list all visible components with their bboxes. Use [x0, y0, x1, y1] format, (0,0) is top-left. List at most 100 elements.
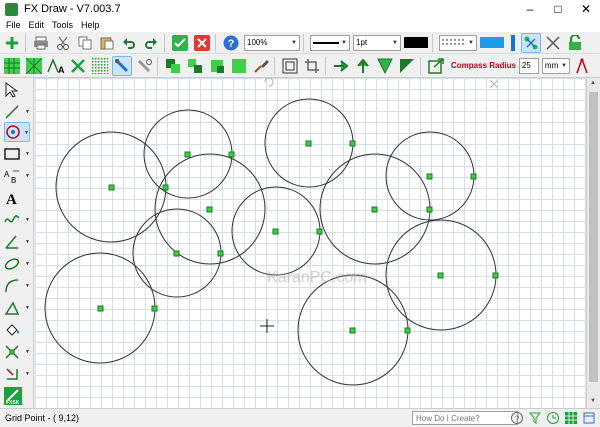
maximize-button[interactable]: □	[544, 0, 572, 18]
compass-radius-input[interactable]: 25	[518, 57, 539, 74]
intersect-tool[interactable]: ▼	[4, 342, 30, 362]
rotate-icon[interactable]	[264, 78, 274, 87]
center-point[interactable]	[426, 206, 433, 213]
ok-icon[interactable]	[170, 33, 190, 53]
cross-icon[interactable]	[68, 56, 88, 76]
compass-tool[interactable]: ▼	[4, 122, 30, 142]
center-point[interactable]	[349, 327, 356, 334]
print-icon[interactable]	[31, 33, 51, 53]
compass-icon[interactable]	[572, 56, 592, 76]
select-tool[interactable]	[4, 80, 30, 100]
clock-icon[interactable]	[546, 411, 560, 425]
center-point[interactable]	[349, 140, 356, 147]
rectangle-tool[interactable]: ▼	[4, 144, 30, 164]
paste-icon[interactable]	[97, 33, 117, 53]
compass-unit-select[interactable]: mm ▼	[541, 57, 570, 74]
center-point[interactable]	[437, 272, 444, 279]
center-point[interactable]	[305, 140, 312, 147]
line-style-select[interactable]: ▼	[310, 34, 350, 51]
menu-edit[interactable]: Edit	[27, 20, 51, 30]
toolbar-divider	[25, 33, 26, 52]
lock-icon[interactable]	[565, 33, 585, 53]
center-point[interactable]	[217, 250, 224, 257]
line-color-swatch[interactable]	[403, 33, 429, 53]
center-point[interactable]	[173, 250, 180, 257]
fill-pattern-select[interactable]: ▼	[439, 34, 477, 51]
help-search-input[interactable]	[412, 411, 518, 425]
menu-tools[interactable]: Tools	[50, 20, 79, 30]
ellipse-tool[interactable]: ▼	[4, 254, 30, 274]
grid-icon[interactable]	[2, 56, 22, 76]
transform-tool[interactable]: ▼	[4, 364, 30, 384]
cut-icon[interactable]	[53, 33, 73, 53]
center-point[interactable]	[272, 228, 279, 235]
link-icon[interactable]	[134, 56, 154, 76]
grid-toggle-icon[interactable]	[564, 411, 578, 425]
center-point[interactable]	[108, 184, 115, 191]
toolbar-divider	[420, 56, 421, 75]
send-back-icon[interactable]	[229, 56, 249, 76]
center-point[interactable]	[151, 305, 158, 312]
center-point[interactable]	[492, 272, 499, 279]
copy-icon[interactable]	[75, 33, 95, 53]
center-point[interactable]	[97, 305, 104, 312]
arrow-right-icon[interactable]	[331, 56, 351, 76]
bring-front-icon[interactable]	[207, 56, 227, 76]
drawing-canvas[interactable]: KaranPC.com	[35, 78, 586, 408]
close-button[interactable]: ✕	[572, 0, 600, 18]
center-point[interactable]	[184, 151, 191, 158]
center-point[interactable]	[162, 184, 169, 191]
question-icon[interactable]: ?	[510, 411, 524, 425]
vertical-scrollbar[interactable]: ▲ ▼	[586, 78, 600, 408]
ungroup-icon[interactable]	[185, 56, 205, 76]
center-point[interactable]	[316, 228, 323, 235]
brush-icon[interactable]	[251, 56, 271, 76]
add-icon[interactable]	[2, 33, 22, 53]
group-icon[interactable]	[163, 56, 183, 76]
export-icon[interactable]	[426, 56, 446, 76]
arrow-up-icon[interactable]	[353, 56, 373, 76]
scroll-up-icon[interactable]: ▲	[590, 80, 596, 86]
filter-icon[interactable]	[528, 411, 542, 425]
triangle-tool[interactable]: ▼	[4, 298, 30, 318]
snap-link-icon[interactable]	[521, 32, 541, 53]
undo-icon[interactable]	[119, 33, 139, 53]
fill-tool[interactable]	[4, 320, 30, 340]
fill-opacity-slider[interactable]	[507, 33, 519, 53]
center-point[interactable]	[206, 206, 213, 213]
iso-grid-icon[interactable]	[24, 56, 44, 76]
menu-file[interactable]: File	[4, 20, 27, 30]
menu-help[interactable]: Help	[79, 20, 106, 30]
line-width-select[interactable]: 1pt ▼	[353, 34, 401, 51]
line-tool[interactable]: ▼	[4, 102, 30, 122]
text-size-icon[interactable]: A	[46, 56, 66, 76]
center-point[interactable]	[404, 327, 411, 334]
dot-grid-icon[interactable]	[90, 56, 110, 76]
center-point[interactable]	[470, 173, 477, 180]
center-point[interactable]	[371, 206, 378, 213]
arc-tool[interactable]: ▼	[4, 276, 30, 296]
cancel-icon[interactable]	[192, 33, 212, 53]
scrollbar-thumb[interactable]	[589, 92, 598, 382]
help-icon[interactable]: ?	[221, 33, 241, 53]
snap-icon[interactable]	[112, 55, 132, 76]
center-point[interactable]	[426, 173, 433, 180]
minimize-button[interactable]: –	[516, 0, 544, 18]
fxsk-logo[interactable]: FXSK	[4, 386, 30, 406]
redo-icon[interactable]	[141, 33, 161, 53]
unsnap-icon[interactable]	[543, 33, 563, 53]
text-tool[interactable]: A	[4, 188, 30, 208]
frame-icon[interactable]	[280, 56, 300, 76]
zoom-select[interactable]: 100% ▼	[244, 34, 300, 51]
center-point[interactable]	[228, 151, 235, 158]
arrow-diag-icon[interactable]	[375, 56, 395, 76]
close-icon[interactable]	[489, 79, 499, 89]
angle-tool[interactable]: ▼	[4, 232, 30, 252]
curve-tool[interactable]: ▼	[4, 210, 30, 230]
window-icon[interactable]	[582, 411, 596, 425]
crop-icon[interactable]	[302, 56, 322, 76]
scroll-down-icon[interactable]: ▼	[590, 398, 596, 404]
arrow-corner-icon[interactable]	[397, 56, 417, 76]
fill-color-swatch[interactable]	[479, 33, 505, 53]
label-tool[interactable]: A B ▼	[4, 166, 30, 186]
